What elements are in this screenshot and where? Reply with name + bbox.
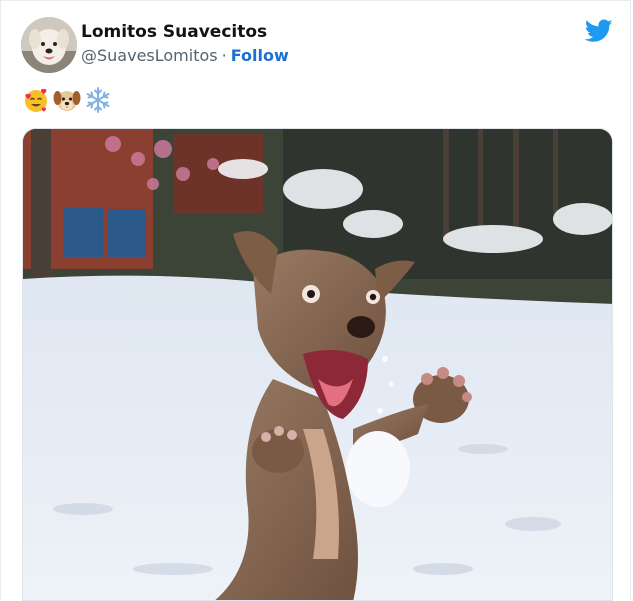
follow-button[interactable]: Follow xyxy=(231,46,289,65)
twitter-bird-icon[interactable] xyxy=(585,19,613,43)
author-name[interactable]: Lomitos Suavecitos xyxy=(81,22,267,42)
snowflake-icon xyxy=(86,87,110,113)
avatar[interactable] xyxy=(21,17,77,73)
dog-face-icon xyxy=(53,91,81,111)
emoji-row xyxy=(22,85,112,115)
tweet-card: Lomitos Suavecitos @SuavesLomitos · Follow xyxy=(0,0,631,601)
separator-dot: · xyxy=(221,46,227,65)
tweet-photo[interactable] xyxy=(22,128,613,601)
dog-avatar-image xyxy=(21,17,77,73)
handle-row: @SuavesLomitos · Follow xyxy=(81,46,289,65)
author-handle[interactable]: @SuavesLomitos xyxy=(81,46,218,65)
smiling-face-with-hearts-icon xyxy=(25,88,47,112)
dog-in-snow-image xyxy=(23,129,612,600)
